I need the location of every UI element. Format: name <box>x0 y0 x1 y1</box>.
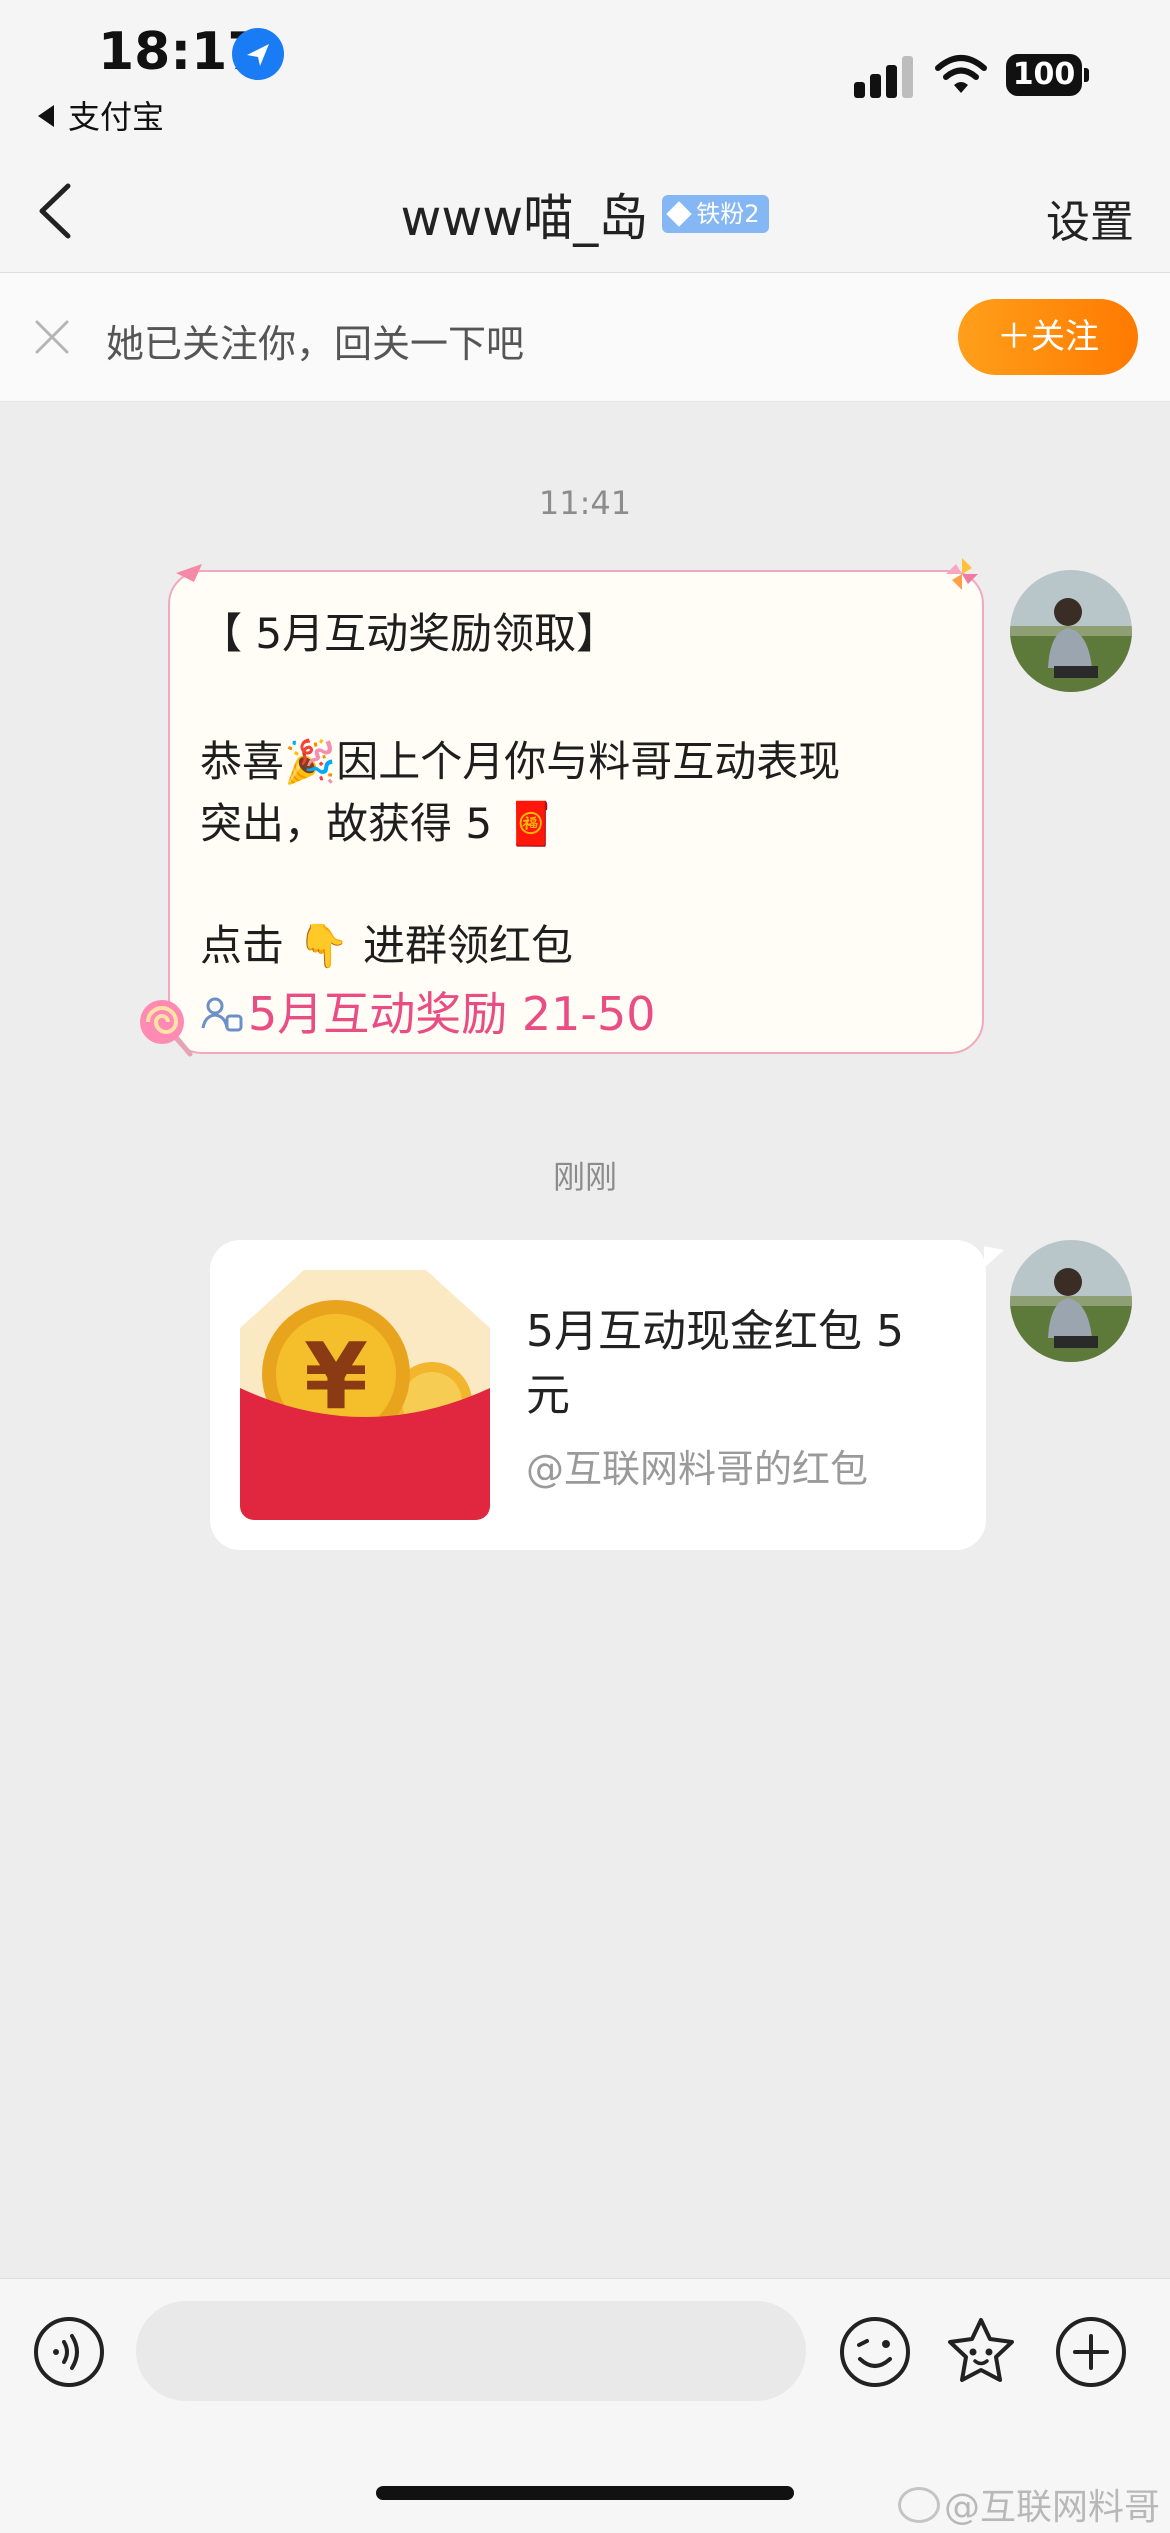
avatar[interactable] <box>1010 570 1132 692</box>
message-input[interactable] <box>136 2301 806 2401</box>
reward-message-card[interactable]: 【 5月互动奖励领取】 恭喜🎉因上个月你与料哥互动表现 突出，故获得 5 🧧 点… <box>168 570 984 1054</box>
watermark-text: @互联网料哥 <box>943 2487 1160 2528</box>
weibo-logo-icon <box>897 2487 940 2523</box>
message-timestamp: 11:41 <box>538 484 632 522</box>
back-triangle-icon <box>38 105 54 127</box>
follow-button[interactable]: ＋关注 <box>958 299 1138 375</box>
message-timestamp: 刚刚 <box>552 1158 617 1196</box>
back-app-label: 支付宝 <box>68 98 165 136</box>
settings-button[interactable]: 设置 <box>1046 186 1134 250</box>
watermark: @互联网料哥 <box>897 2478 1160 2530</box>
fan-level-label: 铁粉2 <box>696 200 760 228</box>
message-line: 突出，故获得 5 🧧 <box>200 799 558 848</box>
red-packet-image: ¥ <box>240 1270 490 1520</box>
sticker-icon[interactable] <box>944 2315 1018 2389</box>
diamond-icon <box>666 201 692 227</box>
lollipop-icon <box>136 996 200 1064</box>
chat-title: www喵_岛 铁粉2 <box>0 178 1170 250</box>
message-line: 恭喜🎉因上个月你与料哥互动表现 <box>200 737 841 786</box>
paper-plane-icon <box>176 564 202 586</box>
plus-icon[interactable] <box>1054 2315 1128 2389</box>
group-link-label: 5月互动奖励 21-50 <box>248 987 656 1041</box>
message-line: 【 5月互动奖励领取】 <box>200 609 619 658</box>
home-indicator <box>376 2486 794 2500</box>
battery-cap <box>1084 68 1089 82</box>
contact-name: www喵_岛 <box>400 189 649 247</box>
follow-back-banner: 她已关注你，回关一下吧 ＋关注 <box>0 273 1170 402</box>
wifi-icon <box>935 54 987 100</box>
group-icon <box>201 997 243 1032</box>
pinwheel-icon <box>944 556 980 596</box>
group-link[interactable]: 5月互动奖励 21-50 <box>200 978 656 1044</box>
red-packet-card[interactable]: ¥ 5月互动现金红包 5 元 @互联网料哥的红包 <box>210 1240 986 1550</box>
avatar[interactable] <box>1010 1240 1132 1362</box>
voice-icon[interactable] <box>32 2315 106 2389</box>
red-packet-sender: @互联网料哥的红包 <box>526 1447 869 1491</box>
battery-icon: 100 <box>1006 54 1082 96</box>
fan-level-badge: 铁粉2 <box>662 195 770 233</box>
message-line: 点击 👇 进群领红包 <box>200 921 573 970</box>
location-arrow-icon <box>232 28 284 80</box>
close-icon[interactable] <box>32 317 72 357</box>
bubble-tail <box>984 1246 1004 1272</box>
red-packet-title: 5月互动现金红包 5 元 <box>526 1306 904 1421</box>
emoji-icon[interactable] <box>838 2315 912 2389</box>
chat-header: www喵_岛 铁粉2 设置 <box>0 150 1170 273</box>
follow-back-prompt: 她已关注你，回关一下吧 <box>106 322 525 366</box>
back-to-app-link[interactable]: 支付宝 <box>38 92 164 138</box>
cellular-signal-icon <box>854 56 914 98</box>
status-bar: 18:17 支付宝 100 <box>0 0 1170 150</box>
